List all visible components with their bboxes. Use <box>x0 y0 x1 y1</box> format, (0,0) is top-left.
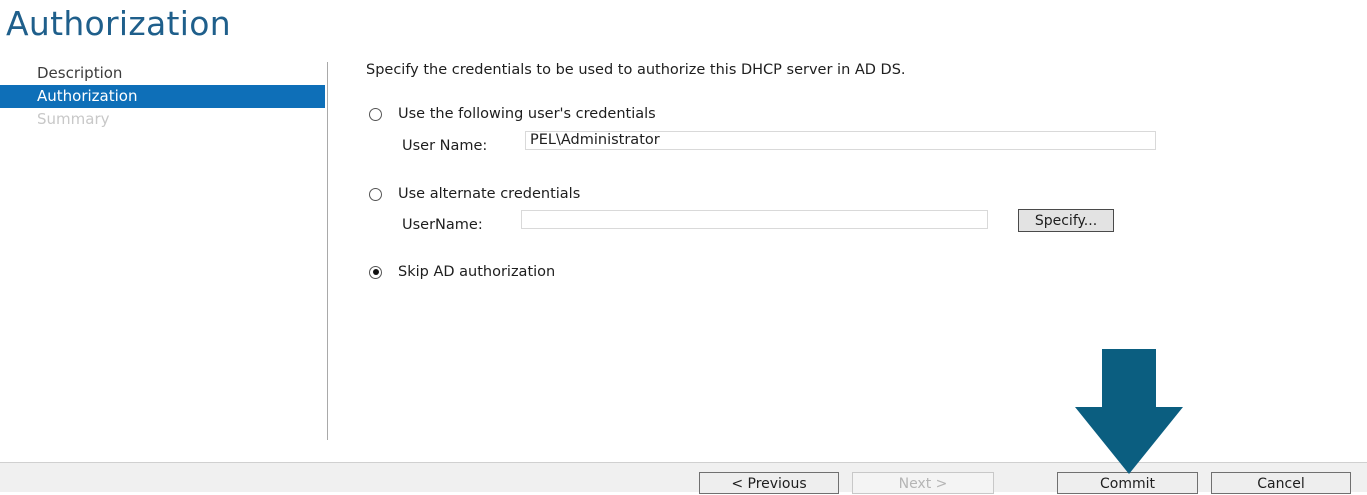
nav-item-authorization[interactable]: Authorization <box>0 85 325 108</box>
content-panel: Specify the credentials to be used to au… <box>366 0 1346 440</box>
alternate-username-field[interactable] <box>521 210 988 229</box>
page-title: Authorization <box>6 4 231 43</box>
nav-item-summary: Summary <box>37 110 110 128</box>
radio-user-credentials-label: Use the following user's credentials <box>398 106 656 122</box>
radio-skip-ad-authorization-label: Skip AD authorization <box>398 264 556 280</box>
radio-skip-ad-authorization-circle[interactable] <box>369 265 382 279</box>
down-arrow-annotation-icon <box>1075 349 1183 474</box>
radio-alternate-credentials-circle[interactable] <box>369 187 382 201</box>
user-name-field[interactable] <box>525 131 1156 150</box>
radio-user-credentials[interactable]: Use the following user's credentials <box>369 106 656 122</box>
intro-text: Specify the credentials to be used to au… <box>366 62 906 78</box>
radio-user-credentials-circle[interactable] <box>369 107 382 121</box>
nav-divider <box>327 62 328 440</box>
radio-alternate-credentials-label: Use alternate credentials <box>398 186 581 202</box>
down-arrow-annotation-shape <box>1075 349 1183 474</box>
radio-skip-ad-authorization[interactable]: Skip AD authorization <box>369 264 555 280</box>
radio-alternate-credentials[interactable]: Use alternate credentials <box>369 186 580 202</box>
specify-button[interactable]: Specify... <box>1018 209 1114 232</box>
nav-item-description[interactable]: Description <box>0 62 325 85</box>
wizard-nav: Description Authorization Summary <box>0 62 325 131</box>
alternate-username-label: UserName: <box>402 217 483 233</box>
user-name-label: User Name: <box>402 138 488 154</box>
